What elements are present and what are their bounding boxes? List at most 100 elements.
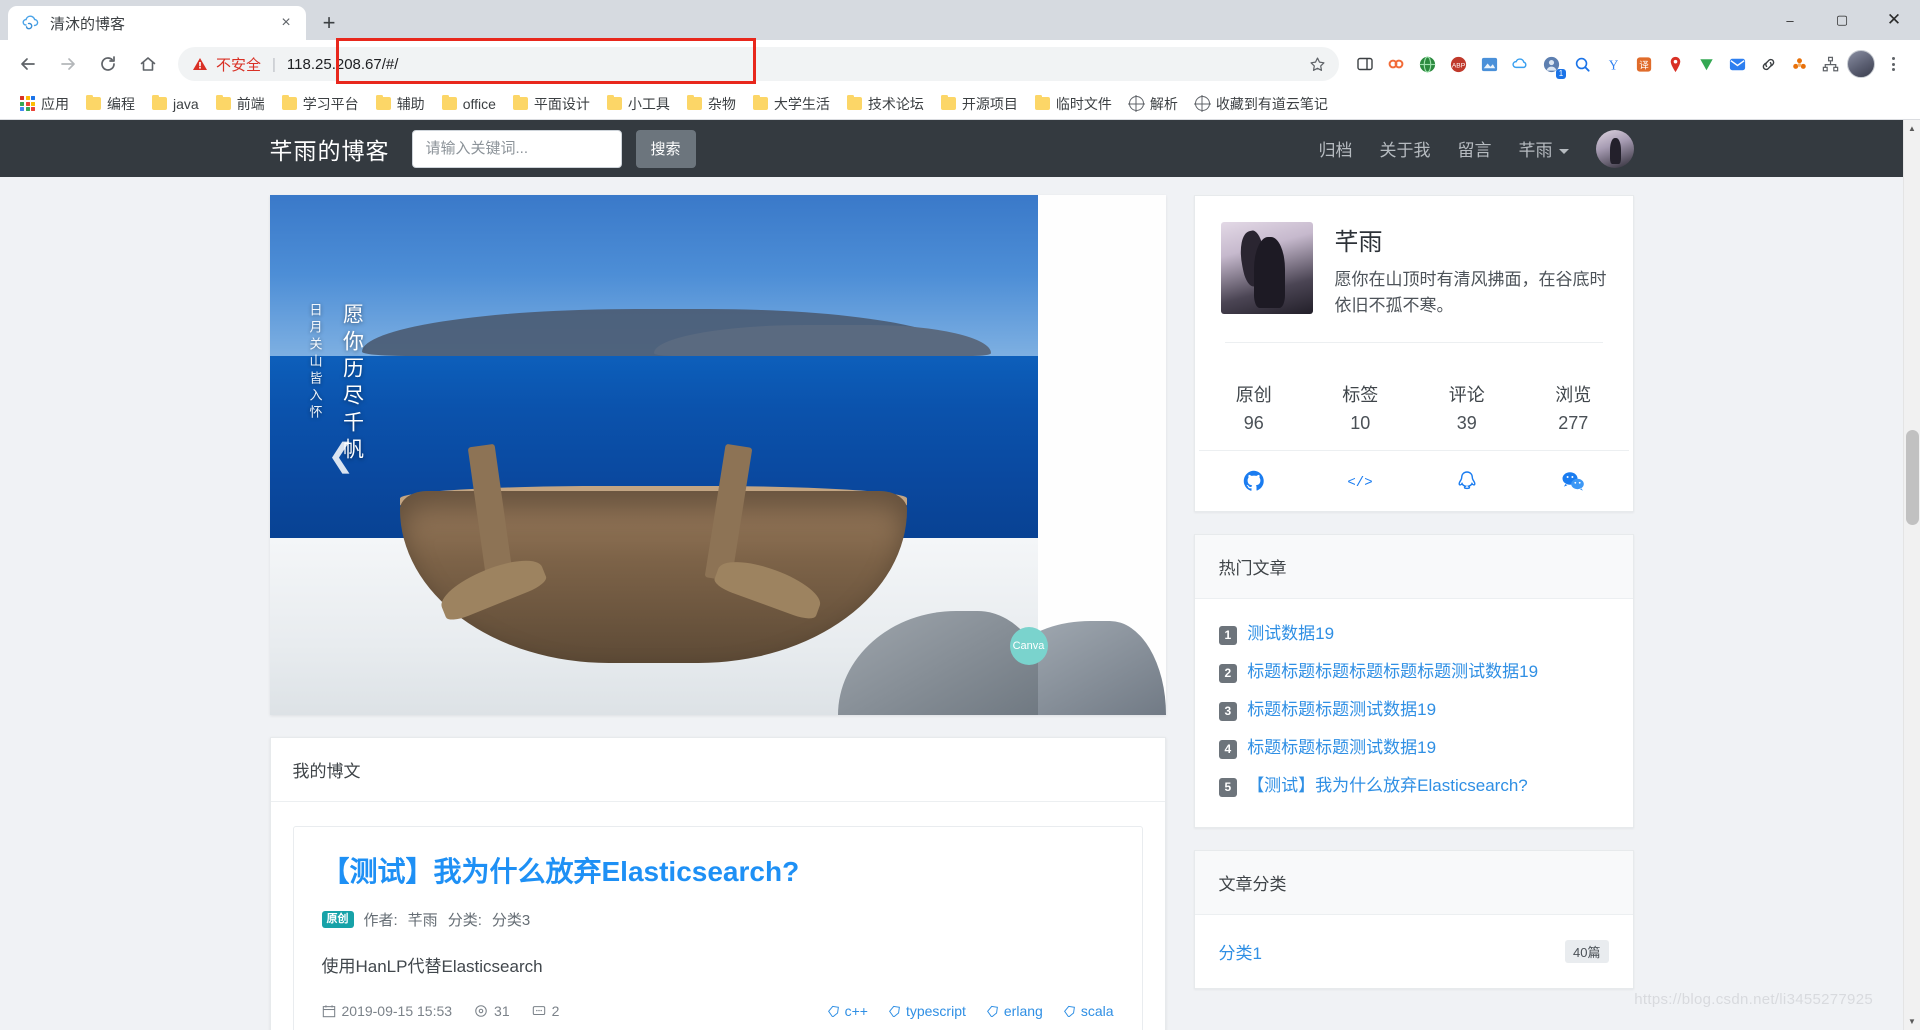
post-tag[interactable]: c++ [827,1003,868,1019]
post-views: 31 [474,1003,510,1019]
screenshot-icon[interactable] [1475,50,1503,78]
post-tag[interactable]: erlang [986,1003,1043,1019]
post-comments-count: 2 [551,1002,560,1019]
search-button[interactable]: 搜索 [635,129,696,168]
link-icon[interactable] [1754,50,1782,78]
bookmark-item[interactable]: 开源项目 [933,91,1026,117]
user-avatar-icon[interactable] [1595,129,1634,168]
category-name[interactable]: 分类1 [1219,939,1262,964]
close-icon[interactable]: × [276,13,296,33]
wechat-icon[interactable] [1520,469,1627,493]
translate-icon[interactable]: 译 [1630,50,1658,78]
list-item[interactable]: 分类1 40篇 [1219,931,1609,972]
bookmark-item[interactable]: 小工具 [599,91,678,117]
browser-tab[interactable]: 清沐的博客 × [8,6,306,40]
hot-article-title[interactable]: 标题标题标题标题标题标题测试数据19 [1247,661,1538,683]
qq-icon[interactable] [1414,469,1521,493]
list-item[interactable]: 1 测试数据19 [1218,615,1609,653]
bookmark-item[interactable]: java [144,93,207,115]
cloud-sync-icon[interactable] [1506,50,1534,78]
page-scrollbar[interactable]: ▲ ▼ [1903,120,1920,1030]
nav-link-archive[interactable]: 归档 [1319,136,1353,161]
canva-watermark-icon: Canva [1009,627,1048,665]
nav-link-user-menu[interactable]: 芊雨 [1519,136,1569,161]
home-icon[interactable] [130,46,166,82]
avatar-ext-icon[interactable]: 1 [1537,50,1566,79]
scrollbar-thumb[interactable] [1906,430,1919,525]
window-close-icon[interactable]: ✕ [1868,0,1920,40]
bookmark-item[interactable]: 学习平台 [274,91,367,117]
bookmark-item[interactable]: 技术论坛 [839,91,932,117]
nav-link-message[interactable]: 留言 [1458,136,1492,161]
location-icon[interactable] [1661,50,1689,78]
post-title[interactable]: 【测试】我为什么放弃Elasticsearch? [322,853,1114,891]
search-ext-icon[interactable] [1568,50,1596,78]
bookmark-item[interactable]: 应用 [12,91,77,117]
address-bar[interactable]: 不安全 | 118.25.208.67/#/ [178,47,1339,81]
abp-icon[interactable]: ABP [1444,50,1472,78]
post-tag[interactable]: scala [1063,1003,1114,1019]
scroll-down-icon[interactable]: ▼ [1904,1013,1920,1030]
post-tag[interactable]: typescript [888,1003,966,1019]
bookmark-label: java [173,95,199,112]
bookmark-item[interactable]: 辅助 [368,91,433,117]
bookmark-item[interactable]: office [434,93,504,115]
back-icon[interactable] [10,46,46,82]
bookmark-star-icon[interactable] [1305,52,1329,76]
extensions-row: ABP 1 Y 译 [1351,49,1910,79]
forward-icon[interactable] [50,46,86,82]
folder-icon [686,94,702,110]
mail-icon[interactable] [1723,50,1751,78]
puzzle-icon[interactable] [1785,50,1813,78]
sidepanel-icon[interactable] [1351,50,1379,78]
tab-strip: 清沐的博客 × + – ▢ ✕ [0,0,1920,40]
maximize-icon[interactable]: ▢ [1816,0,1868,40]
new-tab-button[interactable]: + [312,8,346,38]
v-icon[interactable] [1692,50,1720,78]
site-brand[interactable]: 芊雨的博客 [270,132,390,166]
list-item[interactable]: 5 【测试】我为什么放弃Elasticsearch? [1218,767,1609,805]
list-item[interactable]: 3 标题标题标题测试数据19 [1218,691,1609,729]
bookmark-item[interactable]: 临时文件 [1027,91,1120,117]
rank-badge: 1 [1218,625,1238,645]
cloud-icon [22,14,40,32]
carousel-prev-icon[interactable]: ❮ [328,439,355,471]
bookmark-label: 辅助 [396,95,425,112]
nav-link-about[interactable]: 关于我 [1380,136,1431,161]
hot-article-title[interactable]: 测试数据19 [1247,623,1334,645]
post-item[interactable]: 【测试】我为什么放弃Elasticsearch? 原创 作者: 芊雨 分类: 分… [292,826,1143,1030]
post-category[interactable]: 分类3 [492,909,530,930]
bookmark-label: 应用 [41,95,69,112]
github-icon[interactable] [1201,469,1308,493]
categories-list: 分类1 40篇 [1195,915,1633,988]
hot-article-title[interactable]: 标题标题标题测试数据19 [1247,737,1436,759]
bookmark-item[interactable]: 杂物 [679,91,744,117]
infinity-icon[interactable] [1382,50,1410,78]
list-item[interactable]: 4 标题标题标题测试数据19 [1218,729,1609,767]
stat-views[interactable]: 浏览 277 [1520,381,1627,434]
reload-icon[interactable] [90,46,126,82]
stat-label: 标签 [1342,384,1379,405]
stat-original[interactable]: 原创 96 [1201,381,1308,434]
list-item[interactable]: 2 标题标题标题标题标题标题测试数据19 [1218,653,1609,691]
search-input[interactable] [411,129,622,168]
scroll-up-icon[interactable]: ▲ [1904,120,1920,137]
bookmark-item[interactable]: 前端 [208,91,273,117]
bookmark-item[interactable]: 解析 [1121,91,1186,117]
hot-article-title[interactable]: 标题标题标题测试数据19 [1247,699,1436,721]
bookmark-item[interactable]: 平面设计 [505,91,598,117]
hot-article-title[interactable]: 【测试】我为什么放弃Elasticsearch? [1247,775,1528,797]
stat-tags[interactable]: 标签 10 [1307,381,1414,434]
hero-carousel[interactable]: 日月关山皆入怀 愿你历尽千帆 ❮ Canva [269,195,1166,715]
stat-comments[interactable]: 评论 39 [1414,381,1521,434]
bookmark-item[interactable]: 收藏到有道云笔记 [1187,91,1336,117]
yandex-icon[interactable]: Y [1599,50,1627,78]
code-icon[interactable]: </> [1307,469,1414,493]
network-icon[interactable] [1816,50,1844,78]
bookmark-item[interactable]: 编程 [78,91,143,117]
bookmark-item[interactable]: 大学生活 [745,91,838,117]
three-dots-menu-icon[interactable] [1878,49,1908,79]
user-avatar-icon[interactable] [1847,50,1875,78]
globe-colored-icon[interactable] [1413,50,1441,78]
minimize-icon[interactable]: – [1764,0,1816,40]
